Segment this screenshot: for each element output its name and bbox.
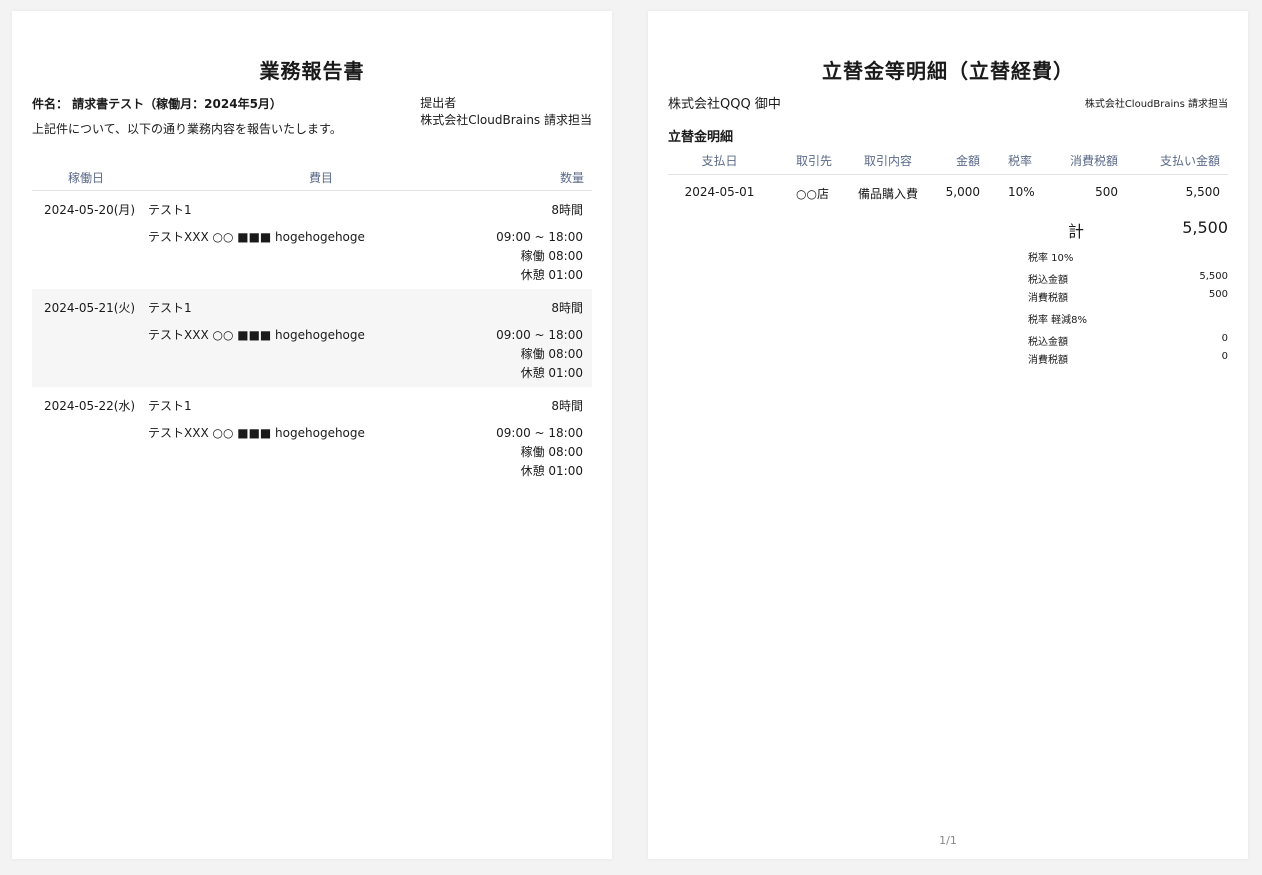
row-date: 2024-05-21(火) (44, 301, 136, 315)
total-label: 計 (1068, 222, 1085, 241)
report-subject: 件名： 請求書テスト（稼働月：2024年5月） (32, 97, 282, 111)
column-header-item: 費目 (309, 171, 334, 185)
rate10-incl-value: 5,500 (1199, 271, 1228, 282)
row-hours: 8時間 (551, 301, 583, 315)
cell-vendor: ○○店 (796, 187, 829, 201)
row-time-range: 09:00 ~ 18:00 (496, 426, 583, 440)
rate8-incl-value: 0 (1221, 333, 1228, 344)
cell-amount: 5,000 (945, 185, 980, 199)
column-header-amount: 金額 (955, 154, 980, 168)
row-break-time: 休憩 01:00 (520, 464, 583, 478)
column-header-vendor: 取引先 (796, 154, 833, 168)
work-report-page: 業務報告書 件名： 請求書テスト（稼働月：2024年5月） 上記件について、以下… (12, 11, 612, 859)
table-row: 2024-05-01 ○○店 備品購入費 5,000 10% 500 5,500 (668, 175, 1228, 209)
column-header-date: 支払日 (701, 154, 738, 168)
row-times: 09:00 ~ 18:00 稼働 08:00 休憩 01:00 (496, 424, 583, 481)
submitter-block: 提出者 株式会社CloudBrains 請求担当 (420, 95, 592, 129)
row-work-time: 稼働 08:00 (520, 445, 583, 459)
client-name: 株式会社QQQ 御中 (668, 97, 781, 112)
rate10-tax-value: 500 (1208, 289, 1228, 300)
total-row: 計 5,500 (1068, 218, 1228, 242)
issuer-name: 株式会社CloudBrains 請求担当 (1084, 99, 1228, 110)
table-row: 2024-05-22(水) テスト1 8時間 テストXXX ○○ ■■■ hog… (32, 387, 592, 485)
row-work-time: 稼働 08:00 (520, 249, 583, 263)
row-description: テストXXX ○○ ■■■ hogehogehoge (148, 230, 365, 244)
row-times: 09:00 ~ 18:00 稼働 08:00 休憩 01:00 (496, 326, 583, 383)
column-header-qty: 数量 (559, 171, 584, 185)
report-intro: 上記件について、以下の通り業務内容を報告いたします。 (32, 122, 342, 136)
table-row: 2024-05-20(月) テスト1 8時間 テストXXX ○○ ■■■ hog… (32, 191, 592, 289)
column-header-payment: 支払い金額 (1159, 154, 1220, 168)
expense-table-header: 支払日 取引先 取引内容 金額 税率 消費税額 支払い金額 (668, 150, 1228, 175)
row-description: テストXXX ○○ ■■■ hogehogehoge (148, 426, 365, 440)
cell-date: 2024-05-01 (684, 185, 755, 199)
row-hours: 8時間 (551, 399, 583, 413)
cell-rate: 10% (1008, 185, 1035, 199)
expense-detail-page: 立替金等明細（立替経費） 株式会社QQQ 御中 株式会社CloudBrains … (648, 11, 1248, 859)
row-break-time: 休憩 01:00 (520, 268, 583, 282)
row-time-range: 09:00 ~ 18:00 (496, 328, 583, 342)
column-header-rate: 税率 (1008, 154, 1033, 168)
column-header-tax: 消費税額 (1069, 154, 1118, 168)
table-row: 2024-05-21(火) テスト1 8時間 テストXXX ○○ ■■■ hog… (32, 289, 592, 387)
work-table-header: 稼働日 費目 数量 (32, 168, 592, 191)
row-date: 2024-05-22(水) (44, 399, 136, 413)
row-item: テスト1 (148, 203, 192, 217)
rate10-incl-label: 税込金額 (1028, 275, 1068, 286)
row-item: テスト1 (148, 301, 192, 315)
row-hours: 8時間 (551, 203, 583, 217)
row-date: 2024-05-20(月) (44, 203, 136, 217)
row-description: テストXXX ○○ ■■■ hogehogehoge (148, 328, 365, 342)
cell-tax: 500 (1095, 185, 1118, 199)
row-break-time: 休憩 01:00 (520, 366, 583, 380)
row-item: テスト1 (148, 399, 192, 413)
work-table: 稼働日 費目 数量 2024-05-20(月) テスト1 8時間 テストXXX … (32, 168, 592, 485)
rate8-tax-value: 0 (1221, 351, 1228, 362)
page-number: 1/1 (939, 834, 957, 847)
row-times: 09:00 ~ 18:00 稼働 08:00 休憩 01:00 (496, 228, 583, 285)
section-title: 立替金明細 (668, 130, 734, 145)
total-value: 5,500 (1182, 218, 1228, 237)
rate8-tax-label: 消費税額 (1028, 355, 1068, 366)
row-time-range: 09:00 ~ 18:00 (496, 230, 583, 244)
cell-content: 備品購入費 (858, 187, 919, 201)
submitter-label: 提出者 (420, 96, 457, 110)
cell-payment: 5,500 (1185, 185, 1220, 199)
rate8-label: 税率 軽減8% (1028, 315, 1088, 326)
rate8-incl-label: 税込金額 (1028, 337, 1068, 348)
rate10-tax-label: 消費税額 (1028, 293, 1068, 304)
row-work-time: 稼働 08:00 (520, 347, 583, 361)
column-header-date: 稼働日 (68, 171, 105, 185)
column-header-content: 取引内容 (863, 154, 912, 168)
expense-title: 立替金等明細（立替経費） (822, 59, 1074, 83)
expense-table: 支払日 取引先 取引内容 金額 税率 消費税額 支払い金額 2024-05-01… (668, 150, 1228, 209)
submitter-name: 株式会社CloudBrains 請求担当 (420, 113, 592, 127)
rate10-label: 税率 10% (1028, 253, 1074, 264)
report-title: 業務報告書 (259, 59, 365, 83)
